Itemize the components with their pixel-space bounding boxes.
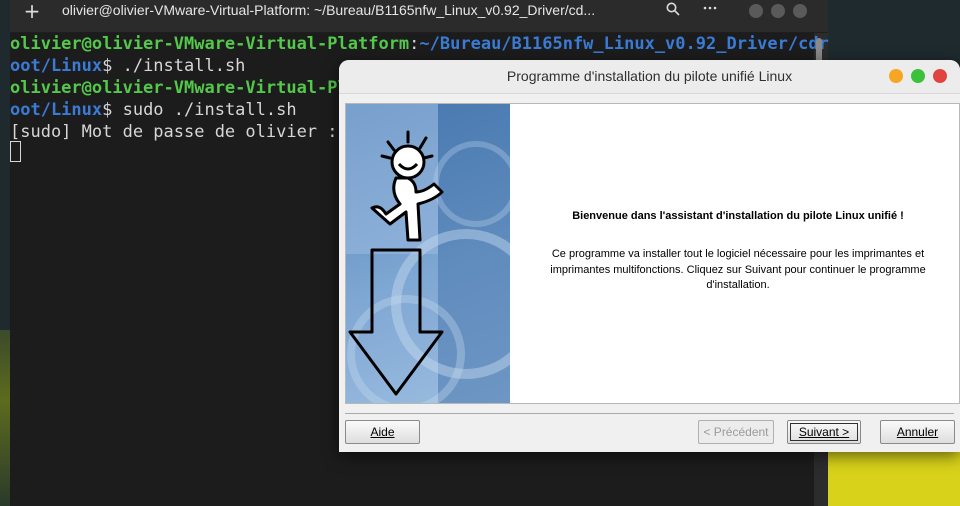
installer-dialog: Programme d'installation du pilote unifi… — [339, 60, 960, 452]
minimize-button[interactable] — [749, 4, 763, 18]
maximize-button[interactable] — [911, 69, 925, 83]
new-tab-button[interactable]: + — [20, 0, 44, 24]
search-icon[interactable] — [666, 2, 680, 20]
welcome-text: Ce programme va installer tout le logici… — [550, 248, 926, 291]
close-button[interactable] — [933, 69, 947, 83]
previous-button-label: < Précédent — [703, 425, 769, 439]
dialog-content: Bienvenue dans l'assistant d'installatio… — [345, 103, 960, 404]
help-button[interactable]: Aide — [345, 420, 420, 444]
terminal-line: olivier@olivier-VMware-Virtual-Platform:… — [10, 34, 829, 54]
terminal-header: + olivier@olivier-VMware-Virtual-Platfor… — [10, 0, 828, 33]
installer-illustration — [346, 104, 541, 403]
cancel-button[interactable]: Annuler — [880, 420, 955, 444]
terminal-line: olivier@olivier-VMware-Virtual-Pl — [10, 78, 348, 98]
desktop-wallpaper-right — [828, 452, 960, 506]
terminal-title: olivier@olivier-VMware-Virtual-Platform:… — [62, 2, 596, 18]
terminal-line: oot/Linux$ ./install.sh — [10, 56, 246, 76]
menu-dots-icon[interactable] — [703, 0, 717, 19]
dialog-separator — [345, 413, 954, 414]
next-button[interactable]: Suivant > — [787, 420, 861, 444]
minimize-button[interactable] — [889, 69, 903, 83]
dialog-titlebar: Programme d'installation du pilote unifi… — [339, 60, 960, 94]
desktop-wallpaper-left — [0, 330, 10, 506]
help-button-label: Aide — [370, 425, 395, 439]
cancel-button-label: Annuler — [896, 425, 939, 439]
previous-button[interactable]: < Précédent — [698, 420, 774, 444]
terminal-line: oot/Linux$ sudo ./install.sh — [10, 100, 297, 120]
maximize-button[interactable] — [771, 4, 785, 18]
close-button[interactable] — [793, 4, 807, 18]
terminal-line: [sudo] Mot de passe de olivier : — [10, 122, 348, 142]
next-button-label: Suivant > — [798, 425, 850, 439]
dialog-title: Programme d'installation du pilote unifi… — [506, 68, 793, 84]
terminal-cursor — [10, 141, 21, 162]
welcome-heading: Bienvenue dans l'assistant d'installatio… — [572, 210, 904, 222]
